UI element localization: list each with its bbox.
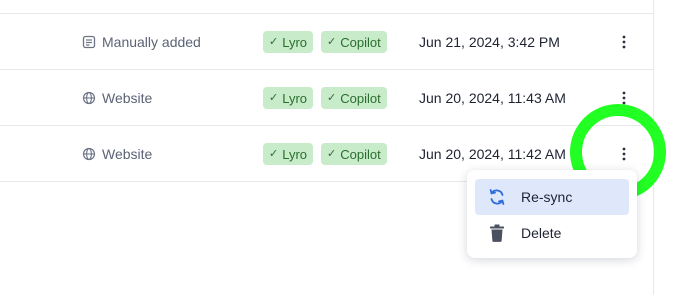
- badge-copilot: ✓ Copilot: [321, 31, 387, 53]
- check-icon: ✓: [269, 147, 279, 160]
- menu-item-delete[interactable]: Delete: [475, 215, 629, 251]
- table-row: Website ✓ Lyro ✓ Copilot Jun 20, 2024, 11:…: [0, 70, 653, 126]
- globe-icon: [82, 91, 96, 105]
- menu-item-label: Delete: [521, 225, 562, 241]
- kebab-menu-icon: [622, 91, 626, 105]
- menu-item-label: Re-sync: [521, 189, 573, 205]
- date-cell: Jun 20, 2024, 11:43 AM: [419, 90, 566, 106]
- check-icon: ✓: [269, 91, 279, 104]
- badge-lyro: ✓ Lyro: [263, 143, 314, 165]
- table-row: Manually added ✓ Lyro ✓ Copilot Jun 21, 20…: [0, 14, 653, 70]
- channel-badges: ✓ Lyro ✓ Copilot: [263, 14, 387, 70]
- check-icon: ✓: [327, 35, 337, 48]
- check-icon: ✓: [269, 35, 279, 48]
- badge-copilot: ✓ Copilot: [321, 143, 387, 165]
- badge-lyro: ✓ Lyro: [263, 87, 314, 109]
- source-cell: Manually added: [82, 14, 201, 70]
- check-icon: ✓: [327, 147, 337, 160]
- resync-icon: [489, 189, 505, 205]
- source-cell: Website: [82, 70, 152, 126]
- source-label: Website: [102, 146, 153, 162]
- check-icon: ✓: [327, 91, 337, 104]
- globe-icon: [82, 147, 96, 161]
- channel-badges: ✓ Lyro ✓ Copilot: [263, 70, 387, 126]
- source-cell: Website: [82, 126, 152, 182]
- menu-item-resync[interactable]: Re-sync: [475, 179, 629, 215]
- kebab-menu-icon: [622, 35, 626, 49]
- row-actions-menu: Re-sync Delete: [467, 170, 637, 258]
- source-label: Website: [102, 90, 153, 106]
- table-row-partial: [0, 0, 653, 14]
- date-cell: Jun 21, 2024, 3:42 PM: [419, 34, 560, 50]
- channel-badges: ✓ Lyro ✓ Copilot: [263, 126, 387, 182]
- badge-lyro: ✓ Lyro: [263, 31, 314, 53]
- trash-icon: [490, 224, 504, 242]
- source-label: Manually added: [102, 34, 201, 50]
- badge-copilot: ✓ Copilot: [321, 87, 387, 109]
- more-options-button[interactable]: [612, 14, 636, 70]
- note-icon: [82, 35, 96, 49]
